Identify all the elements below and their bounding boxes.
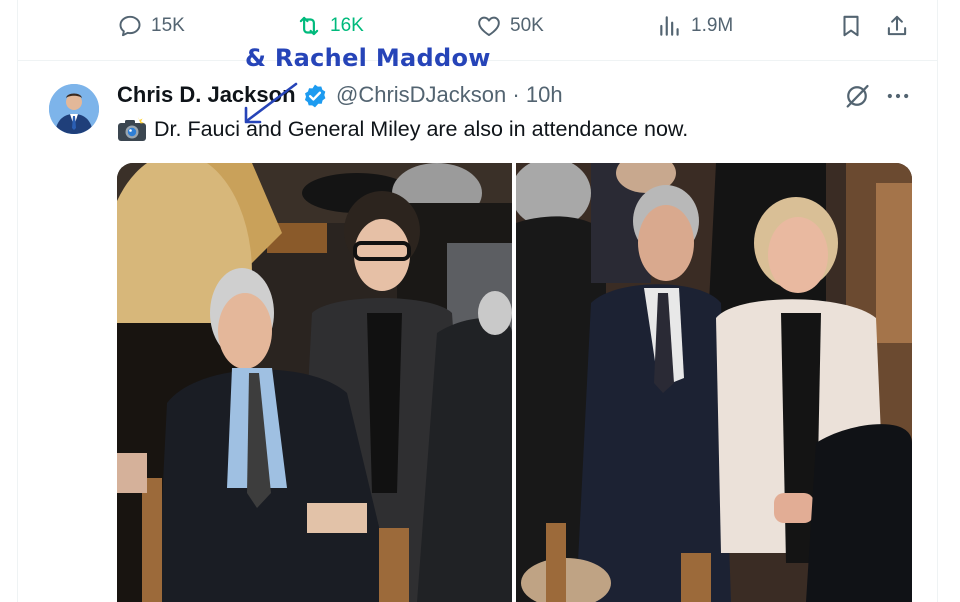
- reply-count: 15K: [151, 15, 185, 36]
- bookmark-button[interactable]: [838, 12, 864, 40]
- photo-right[interactable]: [516, 163, 912, 602]
- like-count: 50K: [510, 15, 544, 36]
- tweet-text: Dr. Fauci and General Miley are also in …: [117, 116, 688, 142]
- author-handle-and-time[interactable]: @ChrisDJackson · 10h: [336, 82, 563, 108]
- share-button[interactable]: [884, 12, 910, 40]
- views-icon: [660, 16, 679, 36]
- photo-left[interactable]: [117, 163, 512, 602]
- tweet-body: Dr. Fauci and General Miley are also in …: [154, 116, 689, 141]
- bookmark-icon: [843, 15, 859, 37]
- share-icon: [887, 15, 907, 36]
- more-icon[interactable]: [884, 82, 912, 110]
- annotation-arrow: [244, 82, 298, 124]
- like-icon: [478, 16, 500, 36]
- views-button[interactable]: 1.9M: [657, 12, 733, 40]
- grok-icon[interactable]: [843, 82, 871, 110]
- camera-flash-emoji: [118, 117, 146, 141]
- reply-button[interactable]: 15K: [117, 12, 185, 40]
- separator-dot: ·: [512, 82, 520, 107]
- repost-count: 16K: [330, 15, 364, 36]
- repost-button[interactable]: 16K: [296, 12, 364, 40]
- tweet-media[interactable]: [117, 163, 912, 602]
- reply-icon: [119, 15, 141, 37]
- views-count: 1.9M: [691, 15, 734, 36]
- author-handle: @ChrisDJackson: [336, 82, 507, 107]
- like-button[interactable]: 50K: [476, 12, 544, 40]
- annotation-label: & Rachel Maddow: [245, 44, 491, 72]
- verified-badge-icon: [304, 84, 326, 108]
- avatar[interactable]: [49, 84, 99, 134]
- tweet-time[interactable]: 10h: [526, 82, 563, 107]
- repost-icon: [299, 16, 319, 36]
